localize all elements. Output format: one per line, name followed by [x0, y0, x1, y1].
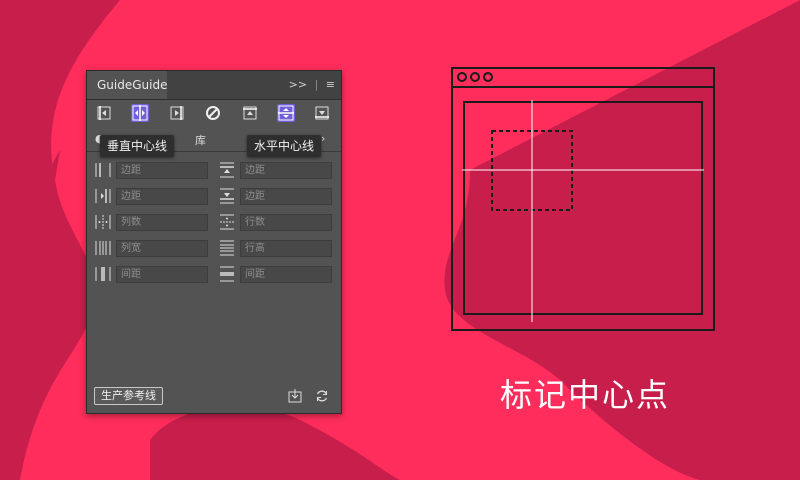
panel-menu-controls: >> | ≡: [285, 71, 335, 99]
top-edge-guide-icon[interactable]: [241, 104, 259, 122]
bottom-margin-input[interactable]: 边距: [240, 188, 332, 205]
panel-titlebar: GuideGuide >> | ≡: [87, 71, 341, 100]
right-margin-icon: [94, 187, 112, 205]
left-margin-input[interactable]: 边距: [116, 162, 208, 179]
vertical-midline-icon[interactable]: [131, 104, 149, 122]
caption: 标记中心点: [499, 376, 670, 414]
guideguide-panel: GuideGuide >> | ≡ ◐ 库 ›: [86, 70, 342, 414]
canvas-frame: [463, 101, 703, 315]
column-width-input[interactable]: 列宽: [116, 240, 208, 257]
panel-menu-icon[interactable]: ≡: [326, 71, 335, 99]
rows-icon: [218, 213, 236, 231]
generate-guides-button[interactable]: 生产参考线: [94, 387, 163, 405]
tooltip-vertical-midline: 垂直中心线: [100, 135, 175, 157]
rows-input[interactable]: 行数: [240, 214, 332, 231]
tooltip-horizontal-midline: 水平中心线: [247, 135, 322, 157]
right-edge-guide-icon[interactable]: [168, 104, 186, 122]
separator: |: [314, 78, 319, 91]
panel-title[interactable]: GuideGuide: [87, 71, 167, 99]
left-margin-icon: [94, 161, 112, 179]
top-margin-input[interactable]: 边距: [240, 162, 332, 179]
column-gutter-input[interactable]: 间距: [116, 266, 208, 283]
row-gutter-icon: [218, 265, 236, 283]
columns-input[interactable]: 列数: [116, 214, 208, 231]
window-dot-icon: [470, 72, 480, 82]
window-dot-icon: [483, 72, 493, 82]
save-set-icon[interactable]: [287, 388, 303, 404]
window-frame: [451, 67, 715, 331]
column-width-icon: [94, 239, 112, 257]
chevron-right-icon[interactable]: ›: [321, 132, 325, 145]
row-height-icon: [218, 239, 236, 257]
guide-toolbar: [87, 101, 341, 129]
clear-guides-icon[interactable]: [204, 104, 222, 122]
top-margin-icon: [218, 161, 236, 179]
tab-library[interactable]: 库: [195, 132, 206, 148]
row-gutter-input[interactable]: 间距: [240, 266, 332, 283]
column-gutter-icon: [94, 265, 112, 283]
horizontal-midline-icon[interactable]: [277, 104, 295, 122]
refresh-icon[interactable]: [314, 388, 330, 404]
row-height-input[interactable]: 行高: [240, 240, 332, 257]
columns-icon: [94, 213, 112, 231]
collapse-icon[interactable]: >>: [289, 71, 307, 99]
center-point-illustration: [451, 67, 715, 331]
right-margin-input[interactable]: 边距: [116, 188, 208, 205]
window-dot-icon: [457, 72, 467, 82]
bottom-margin-icon: [218, 187, 236, 205]
bottom-edge-guide-icon[interactable]: [313, 104, 331, 122]
left-edge-guide-icon[interactable]: [95, 104, 113, 122]
